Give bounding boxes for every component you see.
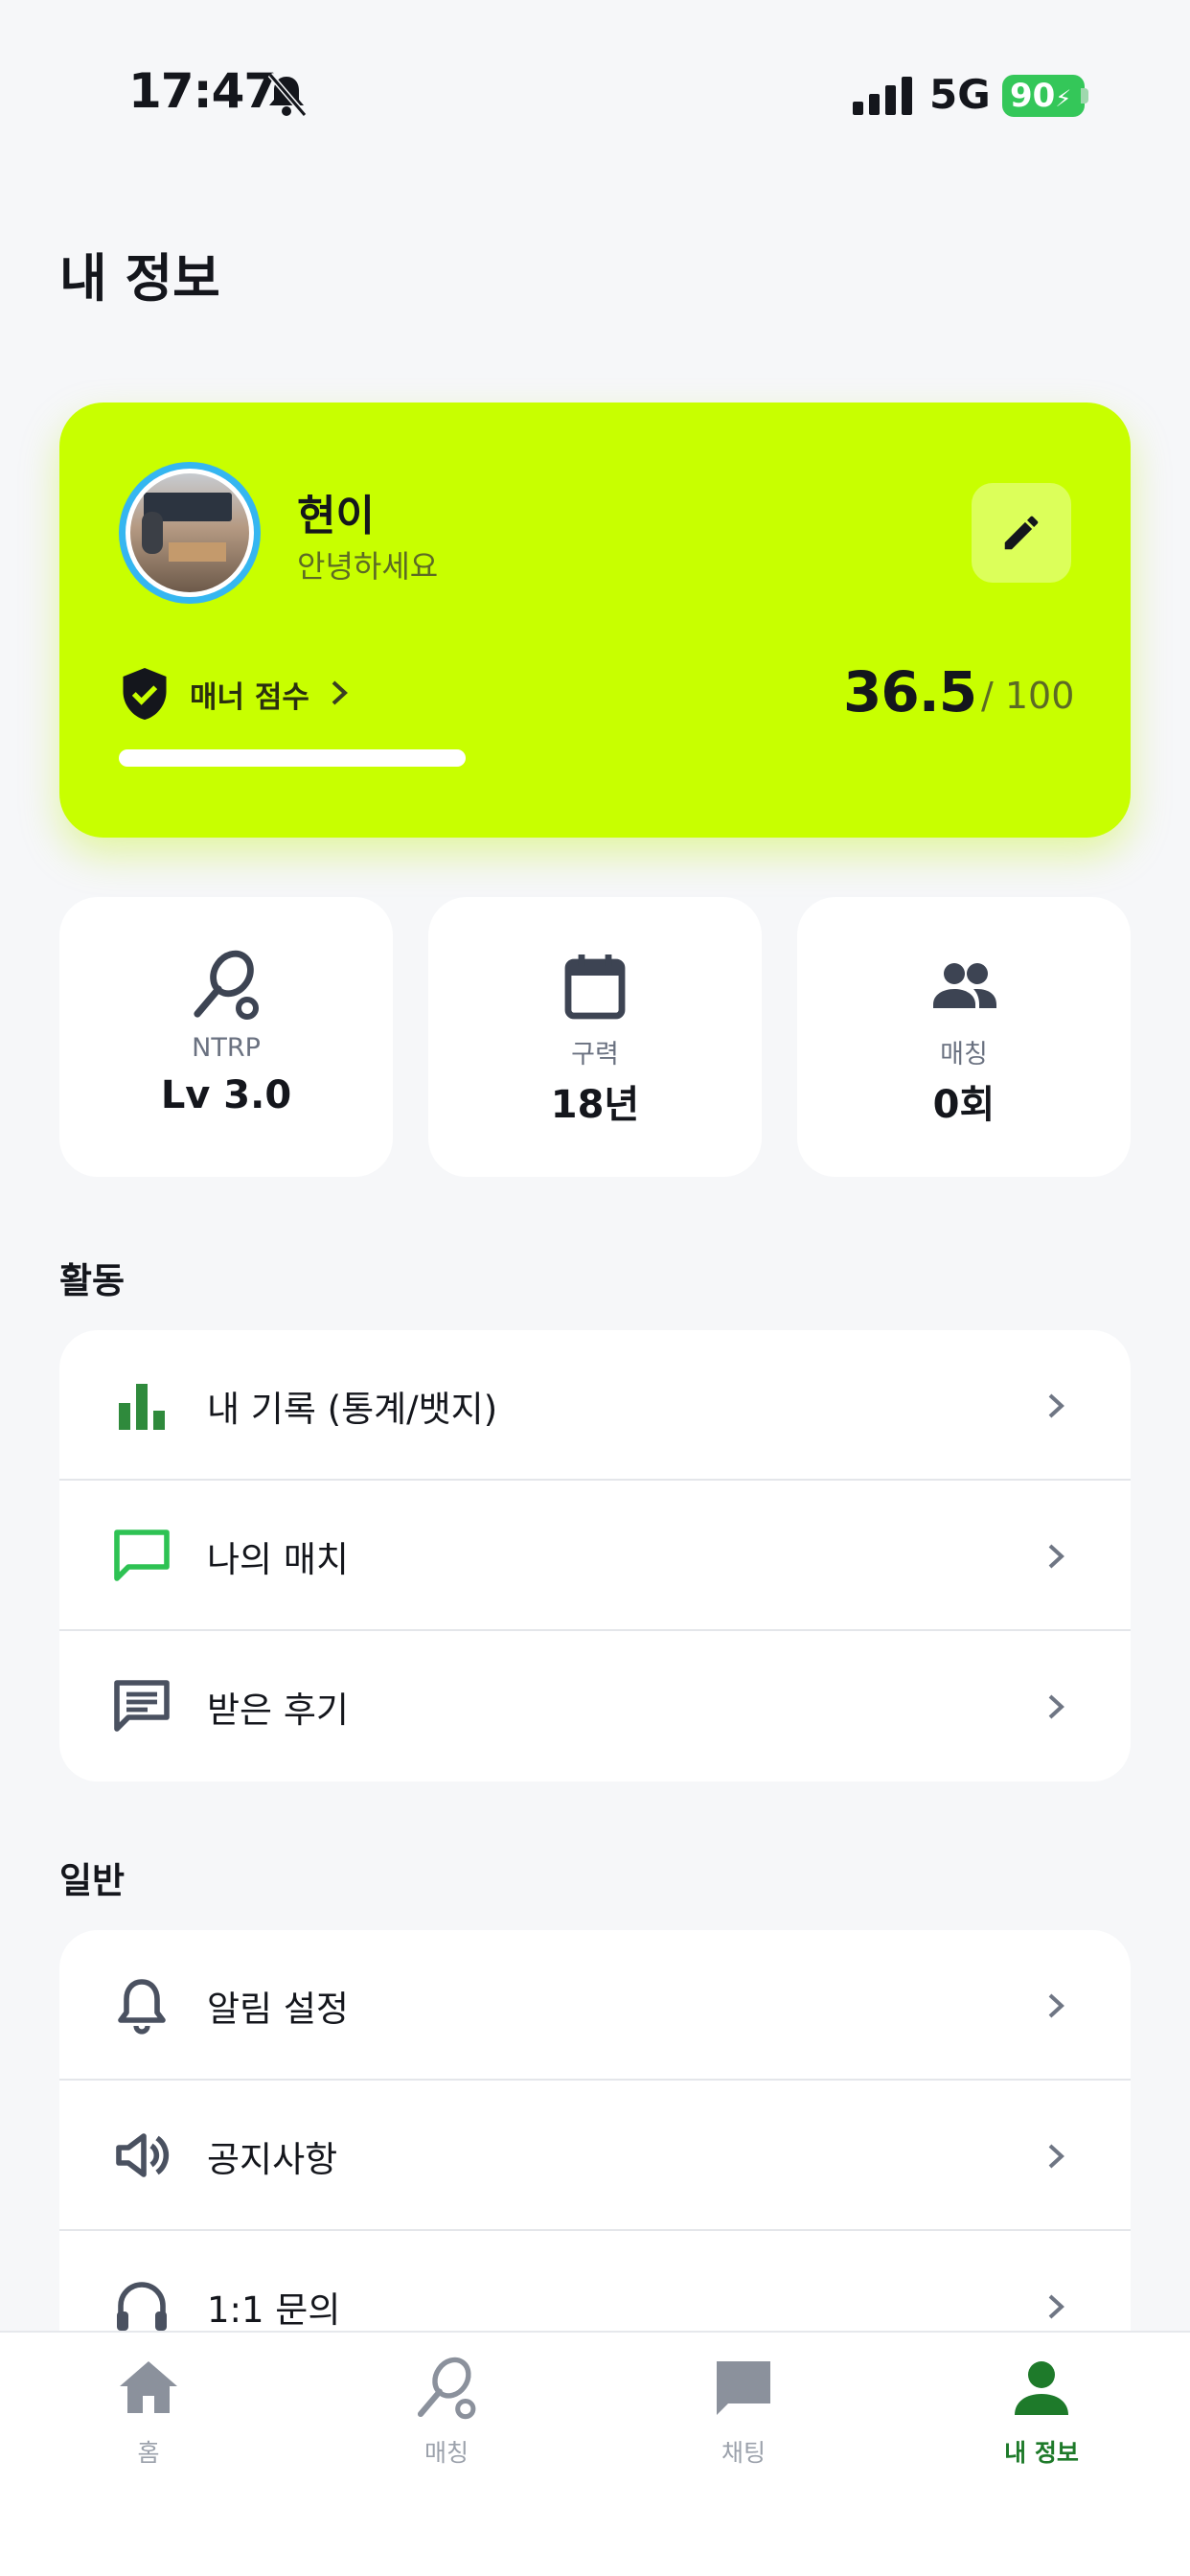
edit-profile-button[interactable]: [972, 483, 1071, 583]
stat-value: 18년: [550, 1083, 640, 1127]
battery-level: 90: [1010, 77, 1056, 115]
list-item-label: 내 기록 (통계/뱃지): [207, 1389, 498, 1430]
person-icon: [1015, 2361, 1068, 2415]
battery-cap: [1081, 88, 1088, 104]
network-type: 5G: [929, 71, 991, 118]
chevron-right-icon: [1048, 1393, 1064, 1418]
status-time: 17:47: [128, 63, 277, 119]
charging-icon: ⚡: [1055, 85, 1072, 112]
list-item-reviews[interactable]: 받은 후기: [59, 1631, 1131, 1782]
speaker-icon: [116, 2133, 170, 2177]
chevron-right-icon: [1048, 1694, 1064, 1719]
list-item-label: 알림 설정: [207, 1989, 349, 2030]
stat-label: 매칭: [940, 1040, 988, 1070]
list-item-label: 나의 매치: [207, 1539, 349, 1580]
stat-card-matches: 매칭 0회: [797, 897, 1131, 1177]
stat-value: 0회: [932, 1083, 995, 1127]
chat-icon: [717, 2361, 770, 2415]
manner-score-link[interactable]: 매너 점수: [190, 673, 309, 716]
page-title: 내 정보: [59, 248, 220, 309]
tab-my-info[interactable]: 내 정보: [965, 2354, 1118, 2488]
home-icon: [120, 2361, 177, 2413]
stat-label: NTRP: [192, 1033, 261, 1063]
list-item-label: 1:1 문의: [207, 2289, 341, 2331]
racket-icon: [194, 950, 259, 1020]
stat-value: Lv 3.0: [160, 1073, 292, 1117]
silent-bell-icon: [267, 73, 308, 117]
tab-label: 홈: [137, 2439, 160, 2467]
chevron-right-icon: [1048, 1993, 1064, 2018]
bottom-tab-bar: 홈 매칭 채팅 내 정보: [0, 2331, 1190, 2576]
people-icon: [933, 963, 996, 1008]
calendar-icon: [564, 954, 626, 1020]
tab-label: 채팅: [721, 2439, 766, 2467]
list-item-notifications[interactable]: 알림 설정: [59, 1930, 1131, 2081]
signal-icon: [853, 77, 912, 115]
activity-list: 내 기록 (통계/뱃지) 나의 매치 받은 후기: [59, 1330, 1131, 1782]
list-item-inquiry[interactable]: 1:1 문의: [59, 2231, 1131, 2333]
general-list: 알림 설정 공지사항 1:1 문의: [59, 1930, 1131, 2333]
profile-card: [59, 402, 1131, 838]
pencil-icon: [1004, 516, 1039, 550]
list-item-notices[interactable]: 공지사항: [59, 2081, 1131, 2231]
headset-icon: [117, 2282, 167, 2331]
racket-icon: [417, 2357, 476, 2420]
bar-chart-icon: [119, 1384, 165, 1430]
list-item-records[interactable]: 내 기록 (통계/뱃지): [59, 1330, 1131, 1481]
tab-home[interactable]: 홈: [72, 2354, 225, 2488]
chevron-right-icon: [1048, 2144, 1064, 2169]
chat-bubble-icon: [114, 1530, 170, 1581]
tab-chat[interactable]: 채팅: [667, 2354, 820, 2488]
section-title-activity: 활동: [59, 1260, 126, 1301]
chevron-right-icon: [332, 680, 348, 705]
manner-score-max: / 100: [981, 675, 1075, 717]
chevron-right-icon: [1048, 2294, 1064, 2319]
battery-indicator: 90⚡: [1002, 75, 1085, 117]
stat-card-experience: 구력 18년: [428, 897, 762, 1177]
manner-score-value: 36.5: [843, 659, 977, 724]
tab-matching[interactable]: 매칭: [370, 2354, 523, 2488]
stat-label: 구력: [571, 1040, 619, 1070]
chevron-right-icon: [1048, 1544, 1064, 1569]
profile-greeting: 안녕하세요: [297, 548, 439, 585]
avatar-photo: [130, 473, 249, 592]
shield-check-icon: [123, 668, 167, 720]
section-title-general: 일반: [59, 1860, 126, 1901]
review-icon: [114, 1680, 170, 1732]
tab-label: 내 정보: [1004, 2439, 1079, 2467]
list-item-label: 공지사항: [207, 2139, 338, 2180]
bell-icon: [118, 1979, 166, 2035]
list-item-label: 받은 후기: [207, 1690, 349, 1731]
avatar[interactable]: [119, 462, 261, 604]
stat-card-ntrp: NTRP Lv 3.0: [59, 897, 393, 1177]
tab-label: 매칭: [423, 2439, 469, 2467]
manner-score-bar: [119, 749, 466, 767]
list-item-my-matches[interactable]: 나의 매치: [59, 1481, 1131, 1631]
profile-name: 현이: [297, 492, 375, 540]
